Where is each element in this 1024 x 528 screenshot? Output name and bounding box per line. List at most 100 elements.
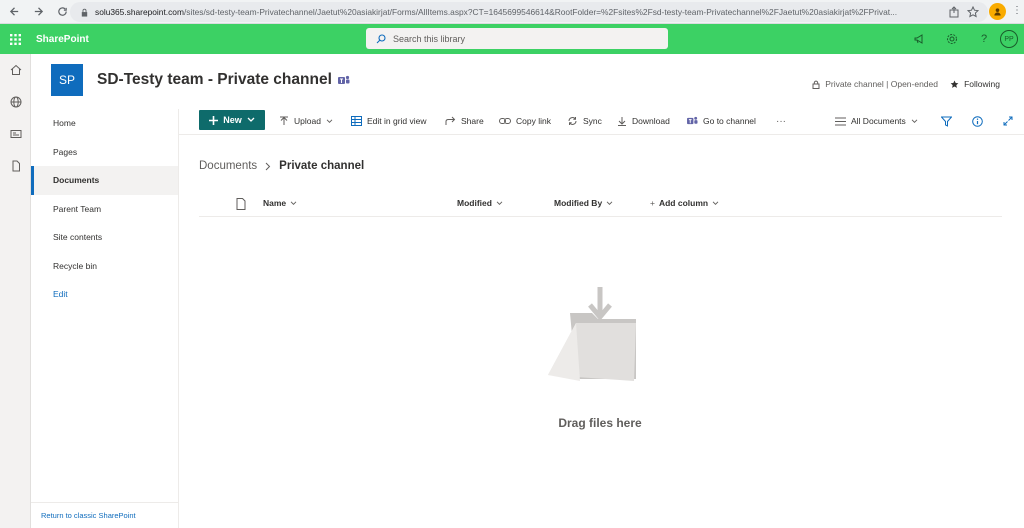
return-to-classic-link[interactable]: Return to classic SharePoint xyxy=(31,502,179,528)
home-icon[interactable] xyxy=(0,54,31,86)
breadcrumb: Documents Private channel xyxy=(199,160,364,172)
breadcrumb-current: Private channel xyxy=(279,160,365,172)
nav-edit-link[interactable]: Edit xyxy=(31,280,178,309)
search-box[interactable]: Search this library xyxy=(366,28,668,49)
filter-icon[interactable] xyxy=(941,113,952,129)
go-to-channel-label: Go to channel xyxy=(703,116,756,126)
new-button[interactable]: New xyxy=(199,110,265,130)
share-page-icon[interactable] xyxy=(948,5,960,23)
globe-icon[interactable] xyxy=(0,86,31,118)
add-column-header[interactable]: + Add column xyxy=(650,198,719,208)
nav-item-parent-team[interactable]: Parent Team xyxy=(31,195,178,224)
settings-gear-icon[interactable] xyxy=(936,24,968,54)
user-avatar[interactable]: PP xyxy=(1000,30,1018,48)
chevron-down-icon xyxy=(712,201,719,205)
download-button[interactable]: Download xyxy=(617,113,670,129)
sync-icon xyxy=(568,117,577,125)
view-label: All Documents xyxy=(851,116,906,126)
help-icon[interactable]: ? xyxy=(968,24,1000,54)
view-selector[interactable]: All Documents xyxy=(835,113,918,129)
forward-arrow-icon[interactable] xyxy=(28,2,48,22)
app-launcher-icon[interactable] xyxy=(0,24,30,54)
site-privacy: Private channel | Open-ended xyxy=(812,79,938,89)
app-rail xyxy=(0,54,31,528)
sync-button[interactable]: Sync xyxy=(567,113,602,129)
browser-toolbar: solu365.sharepoint.com/sites/sd-testy-te… xyxy=(0,0,1024,24)
grid-icon xyxy=(351,116,362,126)
bookmark-star-icon[interactable] xyxy=(966,5,980,23)
modified-column-header[interactable]: Modified xyxy=(457,198,503,208)
more-commands-button[interactable]: ··· xyxy=(776,113,786,129)
lock-icon xyxy=(812,80,820,89)
download-icon xyxy=(618,117,626,126)
modified-by-column-label: Modified By xyxy=(554,198,603,208)
site-meta-text: Private channel | Open-ended xyxy=(825,79,938,89)
star-filled-icon xyxy=(950,79,959,88)
site-title-wrap: SD-Testy team - Private channel xyxy=(97,71,350,89)
plus-icon: + xyxy=(650,198,655,208)
files-icon[interactable] xyxy=(0,150,31,182)
address-bar[interactable]: solu365.sharepoint.com/sites/sd-testy-te… xyxy=(70,2,988,22)
edit-grid-view-button[interactable]: Edit in grid view xyxy=(351,113,427,129)
copy-link-label: Copy link xyxy=(516,116,551,126)
sharepoint-brand[interactable]: SharePoint xyxy=(36,34,89,45)
nav-item-documents[interactable]: Documents xyxy=(31,166,178,195)
upload-button[interactable]: Upload xyxy=(279,113,333,129)
nav-item-site-contents[interactable]: Site contents xyxy=(31,223,178,252)
browser-profile-icon[interactable] xyxy=(989,3,1006,20)
teams-icon xyxy=(337,75,350,84)
share-icon xyxy=(445,116,456,125)
left-navigation: Home Pages Documents Parent Team Site co… xyxy=(31,109,179,528)
chevron-down-icon xyxy=(606,201,613,205)
search-icon xyxy=(376,33,386,43)
empty-folder-illustration xyxy=(540,285,650,385)
download-label: Download xyxy=(632,116,670,126)
nav-item-recycle-bin[interactable]: Recycle bin xyxy=(31,252,178,281)
lock-icon xyxy=(81,8,88,17)
share-label: Share xyxy=(461,116,484,126)
chevron-down-icon xyxy=(290,201,297,205)
site-title[interactable]: SD-Testy team - Private channel xyxy=(97,71,332,89)
column-header-row: Name Modified Modified By + Add column xyxy=(199,192,1002,217)
teams-icon xyxy=(687,116,698,125)
info-icon[interactable] xyxy=(972,113,983,129)
share-button[interactable]: Share xyxy=(445,113,484,129)
following-label: Following xyxy=(964,79,1000,89)
new-label: New xyxy=(223,115,242,125)
back-arrow-icon[interactable] xyxy=(4,2,24,22)
chevron-down-icon xyxy=(496,201,503,205)
copy-link-button[interactable]: Copy link xyxy=(499,113,551,129)
breadcrumb-documents[interactable]: Documents xyxy=(199,160,257,172)
chevron-down-icon xyxy=(247,117,255,122)
nav-item-home[interactable]: Home xyxy=(31,109,178,138)
chevron-right-icon xyxy=(265,162,271,170)
nav-item-pages[interactable]: Pages xyxy=(31,138,178,167)
suite-bar: SharePoint Search this library ? PP xyxy=(0,24,1024,54)
drag-files-here-text: Drag files here xyxy=(558,416,642,430)
site-header: SP SD-Testy team - Private channel Priva… xyxy=(31,54,1024,109)
browser-menu-icon[interactable]: ⋮ xyxy=(1012,5,1022,16)
megaphone-icon[interactable] xyxy=(904,24,936,54)
document-icon xyxy=(236,198,246,210)
expand-icon[interactable] xyxy=(1003,113,1013,129)
command-bar: New Upload Edit in grid view Share Copy … xyxy=(179,109,1024,135)
name-column-header[interactable]: Name xyxy=(263,198,297,208)
site-logo[interactable]: SP xyxy=(51,64,83,96)
search-placeholder: Search this library xyxy=(393,33,466,44)
file-type-column[interactable] xyxy=(236,198,246,210)
plus-icon xyxy=(209,115,219,125)
edit-grid-view-label: Edit in grid view xyxy=(367,116,427,126)
chevron-down-icon xyxy=(326,119,333,123)
go-to-channel-button[interactable]: Go to channel xyxy=(687,113,756,129)
upload-label: Upload xyxy=(294,116,321,126)
add-column-label: Add column xyxy=(658,198,709,208)
reload-icon[interactable] xyxy=(52,2,72,22)
url-host: solu365.sharepoint.com xyxy=(95,7,184,17)
news-icon[interactable] xyxy=(0,118,31,150)
link-icon xyxy=(499,118,511,124)
name-column-label: Name xyxy=(263,198,287,208)
modified-column-label: Modified xyxy=(457,198,492,208)
modified-by-column-header[interactable]: Modified By xyxy=(554,198,613,208)
following-button[interactable]: Following xyxy=(950,79,1000,89)
list-view-icon xyxy=(835,117,846,125)
